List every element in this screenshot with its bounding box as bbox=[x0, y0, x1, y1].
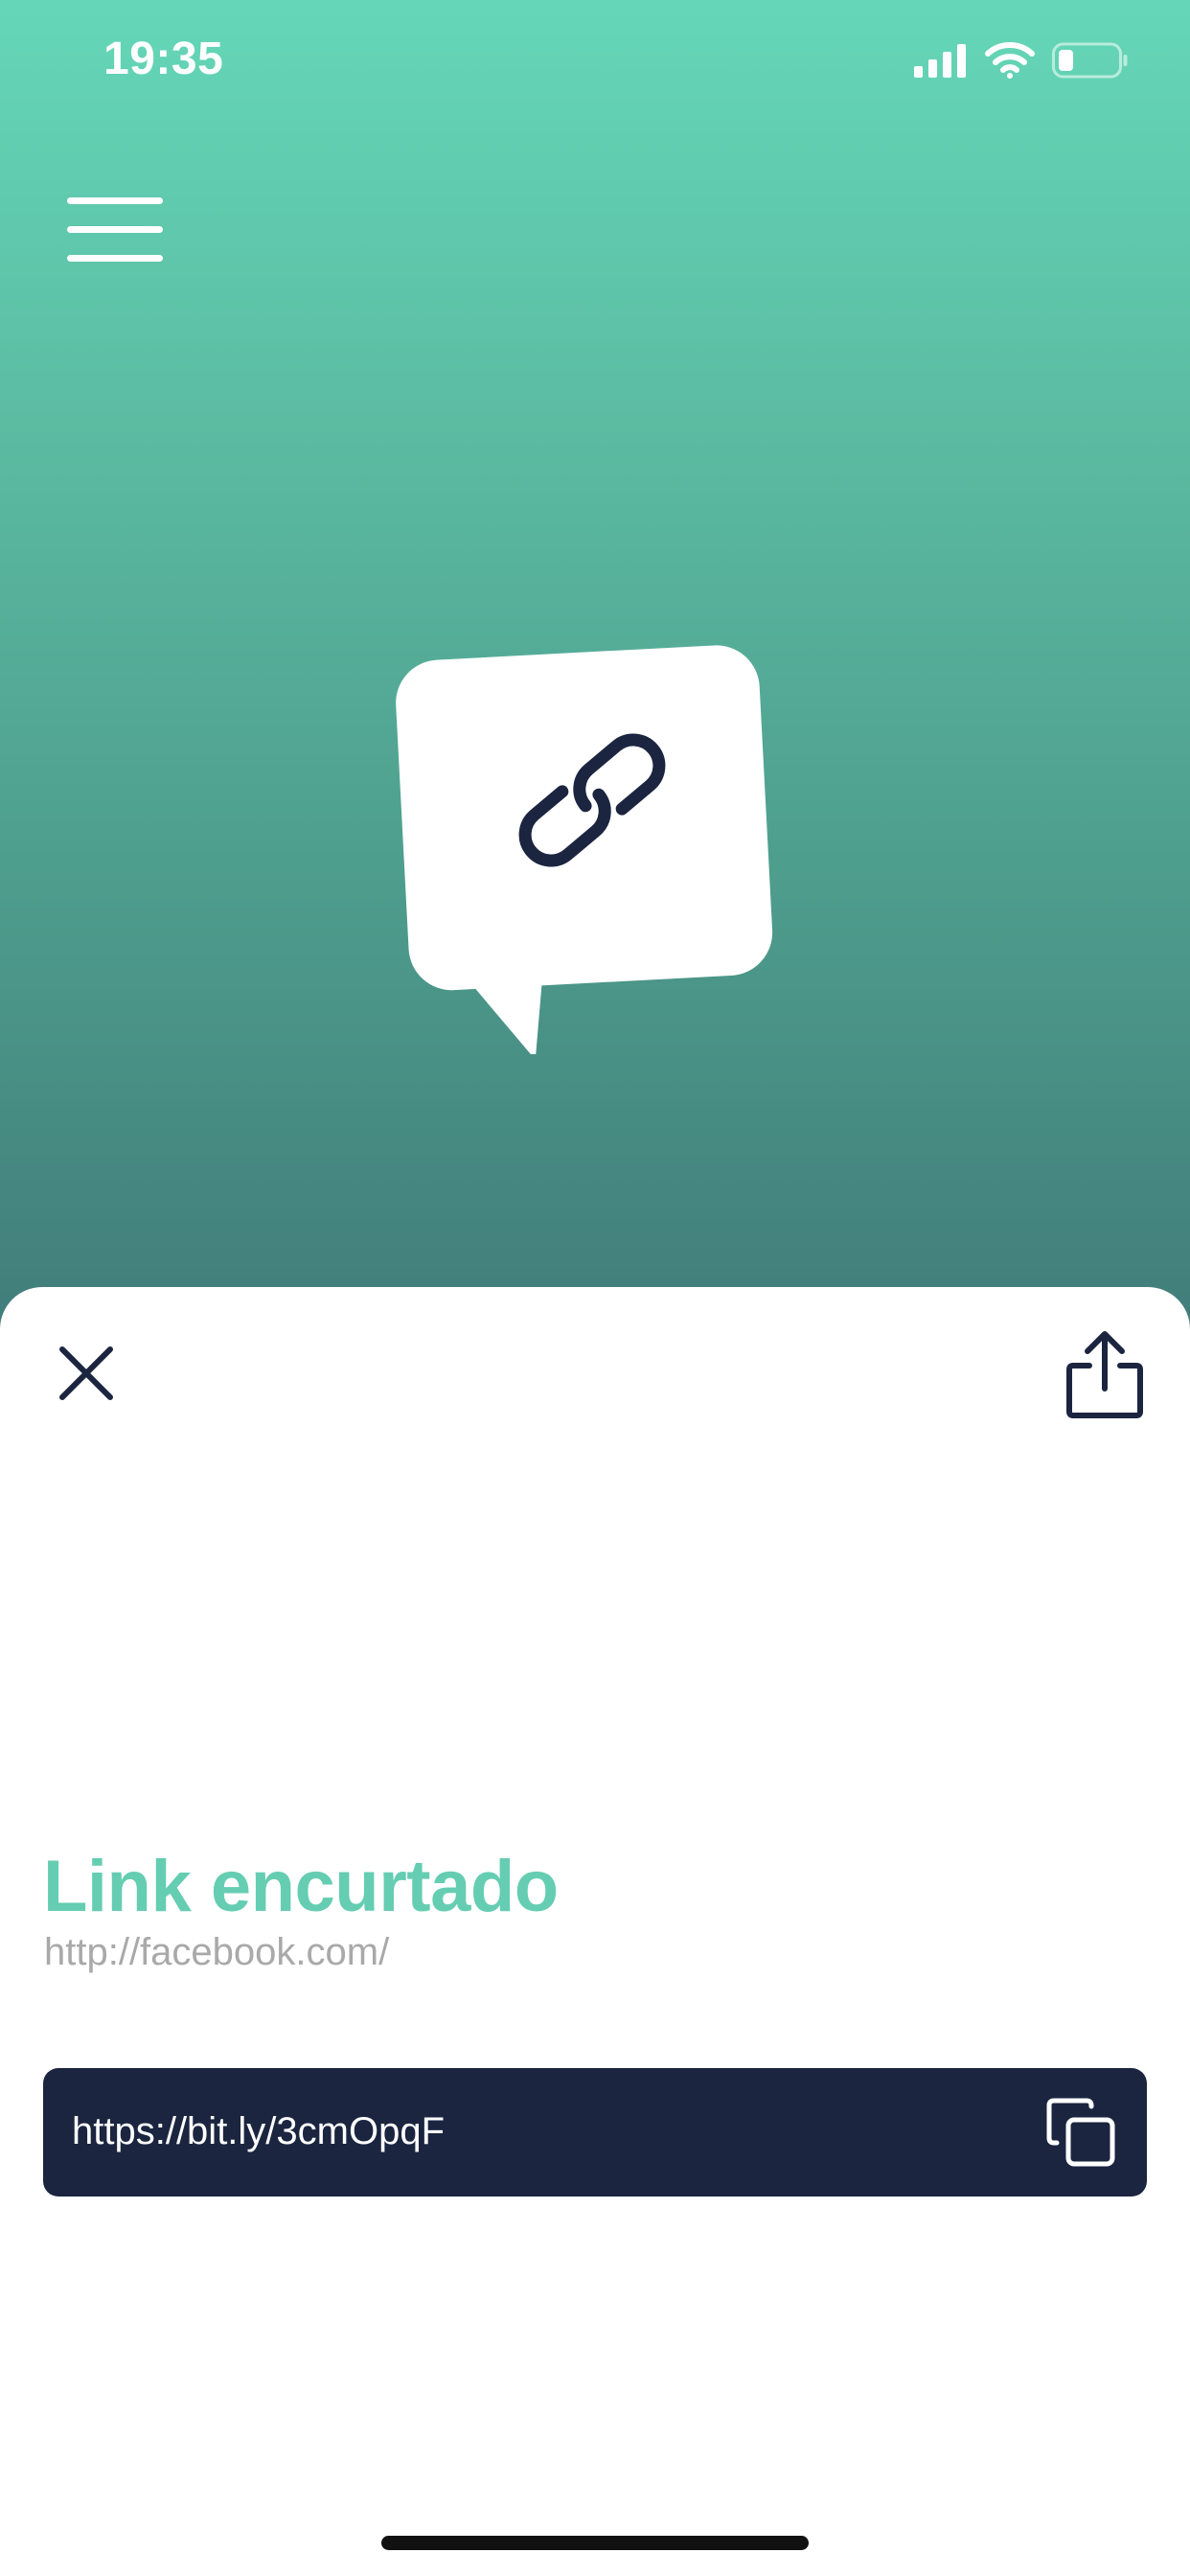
close-icon bbox=[48, 1346, 125, 1415]
cellular-signal-icon bbox=[914, 43, 968, 82]
hero-background: 19:35 bbox=[0, 0, 1190, 1342]
wifi-icon bbox=[985, 42, 1035, 83]
close-button[interactable] bbox=[48, 1335, 125, 1412]
hamburger-menu-icon bbox=[67, 197, 163, 272]
status-time: 19:35 bbox=[103, 34, 224, 84]
copy-icon bbox=[1045, 2098, 1118, 2174]
menu-button[interactable] bbox=[67, 192, 163, 268]
short-link-field[interactable]: https://bit.ly/3cmOpqF bbox=[43, 2068, 1147, 2196]
share-button[interactable] bbox=[1062, 1329, 1148, 1421]
home-indicator bbox=[381, 2536, 809, 2550]
battery-icon bbox=[1052, 42, 1129, 83]
copy-button[interactable] bbox=[1045, 2097, 1118, 2170]
page-title: Link encurtado bbox=[43, 1846, 559, 1927]
result-sheet: Link encurtado http://facebook.com/ http… bbox=[0, 1287, 1190, 2576]
status-icons bbox=[914, 42, 1129, 83]
short-link-text[interactable]: https://bit.ly/3cmOpqF bbox=[72, 2110, 445, 2153]
app-screen: 19:35 Link encurtado http://facebook.com… bbox=[0, 0, 1190, 2576]
link-chat-bubble-icon bbox=[393, 632, 805, 1060]
original-url: http://facebook.com/ bbox=[44, 1931, 390, 1973]
share-icon bbox=[1062, 1331, 1148, 1425]
